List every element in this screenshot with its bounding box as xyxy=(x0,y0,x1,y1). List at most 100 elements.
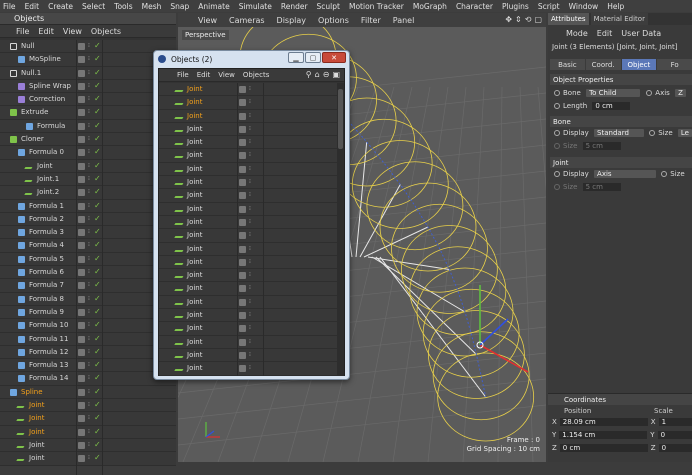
length-field[interactable]: 0 cm xyxy=(592,102,631,110)
length-radio[interactable] xyxy=(554,103,560,109)
viewport-menu-panel[interactable]: Panel xyxy=(393,16,415,25)
search-icon[interactable]: ⚲ xyxy=(306,70,312,79)
menu-character[interactable]: Character xyxy=(456,2,493,11)
visibility-toggle[interactable] xyxy=(78,282,85,290)
maximize-view-icon[interactable]: ▢ xyxy=(534,15,542,24)
enable-check[interactable]: ✓ xyxy=(94,280,101,289)
tree-row[interactable]: Formula 6 ⁝ ✓ xyxy=(0,266,176,280)
render-toggle[interactable]: ⁝ xyxy=(88,268,90,275)
render-toggle[interactable]: ⁝ xyxy=(249,258,251,265)
visibility-toggle[interactable] xyxy=(239,152,246,160)
visibility-toggle[interactable] xyxy=(239,325,246,333)
floating-list-row[interactable]: Joint ⁝ xyxy=(159,83,339,97)
visibility-toggle[interactable] xyxy=(78,388,85,396)
bone-size-radio[interactable] xyxy=(554,143,560,149)
visibility-toggle[interactable] xyxy=(239,112,246,120)
enable-check[interactable]: ✓ xyxy=(94,54,101,63)
tree-row[interactable]: Null.1 ⁝ ✓ xyxy=(0,66,176,80)
render-toggle[interactable]: ⁝ xyxy=(88,148,90,155)
move-view-icon[interactable]: ✥ xyxy=(505,15,512,24)
visibility-toggle[interactable] xyxy=(239,312,246,320)
visibility-toggle[interactable] xyxy=(78,229,85,237)
menu-file[interactable]: File xyxy=(3,2,16,11)
tree-row[interactable]: Joint ⁝ ✓ xyxy=(0,412,176,426)
visibility-toggle[interactable] xyxy=(78,335,85,343)
tree-row[interactable]: Formula 5 ⁝ ✓ xyxy=(0,252,176,267)
render-toggle[interactable]: ⁝ xyxy=(249,351,251,358)
floating-list-row[interactable]: Joint ⁝ xyxy=(159,269,339,283)
bone-size-field[interactable]: 5 cm xyxy=(582,142,621,150)
tab-object[interactable]: Object xyxy=(621,59,657,70)
rotate-view-icon[interactable]: ⟲ xyxy=(525,15,532,24)
tree-row[interactable]: Correction ⁝ ✓ xyxy=(0,93,176,107)
enable-check[interactable]: ✓ xyxy=(94,294,101,303)
enable-check[interactable]: ✓ xyxy=(94,68,101,77)
tree-row[interactable]: Formula 13 ⁝ ✓ xyxy=(0,359,176,373)
joint-display-dropdown[interactable]: Axis xyxy=(594,170,657,178)
objmgr-menu-view[interactable]: View xyxy=(63,27,82,36)
menu-script[interactable]: Script xyxy=(538,2,560,11)
visibility-toggle[interactable] xyxy=(239,245,246,253)
floating-list-row[interactable]: Joint ⁝ xyxy=(159,202,339,216)
floating-list-row[interactable]: Joint ⁝ xyxy=(159,215,339,230)
visibility-toggle[interactable] xyxy=(78,149,85,157)
floating-list-row[interactable]: Joint ⁝ xyxy=(159,255,339,270)
render-toggle[interactable]: ⁝ xyxy=(88,55,90,62)
axis-dropdown[interactable]: Z xyxy=(675,89,686,97)
enable-check[interactable]: ✓ xyxy=(94,307,101,316)
floatwin-menu-objects[interactable]: Objects xyxy=(243,71,269,79)
enable-check[interactable]: ✓ xyxy=(94,214,101,223)
enable-check[interactable]: ✓ xyxy=(94,413,101,422)
enable-check[interactable]: ✓ xyxy=(94,41,101,50)
tab-material-editor[interactable]: Material Editor xyxy=(590,13,648,25)
tree-row[interactable]: MoSpline ⁝ ✓ xyxy=(0,53,176,67)
render-toggle[interactable]: ⁝ xyxy=(249,338,251,345)
section-bone[interactable]: Bone xyxy=(550,116,692,127)
enable-check[interactable]: ✓ xyxy=(94,267,101,276)
viewport-menu-filter[interactable]: Filter xyxy=(361,16,381,25)
render-toggle[interactable]: ⁝ xyxy=(249,218,251,225)
render-toggle[interactable]: ⁝ xyxy=(88,335,90,342)
enable-check[interactable]: ✓ xyxy=(94,334,101,343)
viewport-menu-cameras[interactable]: Cameras xyxy=(229,16,265,25)
size-dropdown[interactable]: Le xyxy=(677,129,692,137)
floating-objects-window[interactable]: Objects (2) ▁ ▢ ✕ File Edit View Objects ⚲ … xyxy=(153,50,350,380)
menu-edit[interactable]: Edit xyxy=(25,2,40,11)
render-toggle[interactable]: ⁝ xyxy=(249,271,251,278)
minimize-button[interactable]: ▁ xyxy=(288,52,304,63)
floating-list-row[interactable]: Joint ⁝ xyxy=(159,149,339,163)
visibility-toggle[interactable] xyxy=(239,86,246,93)
enable-check[interactable]: ✓ xyxy=(94,134,101,143)
visibility-toggle[interactable] xyxy=(78,402,85,410)
enable-check[interactable]: ✓ xyxy=(94,201,101,210)
render-toggle[interactable]: ⁝ xyxy=(249,98,251,105)
visibility-toggle[interactable] xyxy=(78,428,85,436)
tab-coord[interactable]: Coord. xyxy=(585,59,621,70)
floatwin-menu-view[interactable]: View xyxy=(218,71,235,79)
render-toggle[interactable]: ⁝ xyxy=(88,122,90,129)
render-toggle[interactable]: ⁝ xyxy=(88,281,90,288)
tree-row[interactable]: Formula 1 ⁝ ✓ xyxy=(0,199,176,213)
floating-list-row[interactable]: Joint ⁝ xyxy=(159,96,339,110)
enable-check[interactable]: ✓ xyxy=(94,347,101,356)
enable-check[interactable]: ✓ xyxy=(94,453,101,462)
render-toggle[interactable]: ⁝ xyxy=(249,245,251,252)
menu-select[interactable]: Select xyxy=(82,2,105,11)
tree-row[interactable]: Spline ⁝ ✓ xyxy=(0,385,176,400)
tree-row[interactable]: Formula 10 ⁝ ✓ xyxy=(0,319,176,333)
render-toggle[interactable]: ⁝ xyxy=(249,112,251,119)
floating-list-row[interactable]: Joint ⁝ xyxy=(159,162,339,177)
floating-list-row[interactable]: Joint ⁝ xyxy=(159,176,339,190)
tab-attributes[interactable]: Attributes xyxy=(548,13,589,25)
tab-fo[interactable]: Fo xyxy=(657,59,692,70)
render-toggle[interactable]: ⁝ xyxy=(88,135,90,142)
menu-animate[interactable]: Animate xyxy=(198,2,229,11)
floating-list-row[interactable]: Joint ⁝ xyxy=(159,362,339,376)
menu-snap[interactable]: Snap xyxy=(170,2,189,11)
scale-field[interactable]: 0 xyxy=(658,444,692,452)
render-toggle[interactable]: ⁝ xyxy=(88,308,90,315)
visibility-toggle[interactable] xyxy=(78,269,85,277)
render-toggle[interactable]: ⁝ xyxy=(88,202,90,209)
link-icon[interactable]: ⊖ xyxy=(323,70,330,79)
floating-list-row[interactable]: Joint ⁝ xyxy=(159,348,339,363)
